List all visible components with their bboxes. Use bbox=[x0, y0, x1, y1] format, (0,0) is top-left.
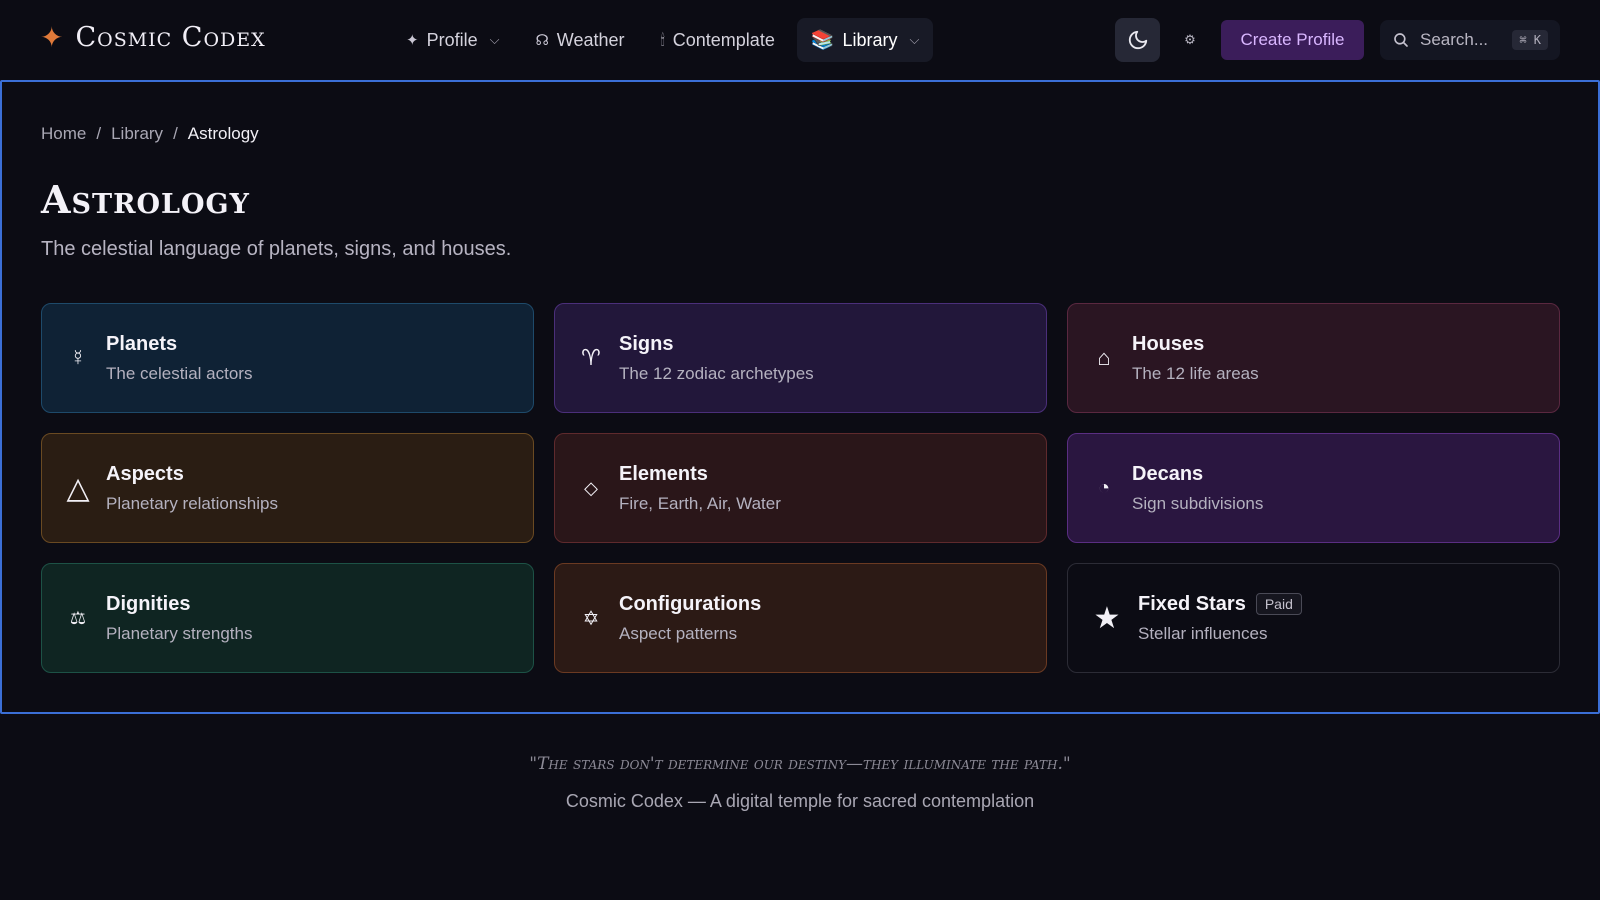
card-title: Fixed Stars Paid bbox=[1138, 593, 1302, 616]
page-title: Astrology bbox=[41, 177, 250, 222]
breadcrumb: Home / Library / Astrology bbox=[41, 124, 259, 144]
card-signs[interactable]: ♈ Signs The 12 zodiac archetypes bbox=[554, 303, 1047, 413]
nav-contemplate-label: Contemplate bbox=[672, 29, 775, 50]
nav-contemplate[interactable]: 🕯 Contemplate bbox=[647, 18, 789, 62]
card-title: Houses bbox=[1132, 332, 1205, 355]
card-description: Sign subdivisions bbox=[1132, 493, 1264, 513]
sparkle-icon: ✦ bbox=[406, 32, 419, 49]
breadcrumb-library[interactable]: Library bbox=[111, 124, 163, 144]
search-shortcut: ⌘ K bbox=[1512, 30, 1548, 50]
search-input[interactable]: Search... ⌘ K bbox=[1380, 20, 1560, 60]
card-title-text: Fixed Stars bbox=[1138, 592, 1246, 615]
hexagram-icon: ✡ bbox=[582, 607, 600, 630]
card-description: Planetary strengths bbox=[106, 623, 253, 643]
page-subtitle: The celestial language of planets, signs… bbox=[41, 238, 512, 260]
search-icon bbox=[1394, 33, 1408, 47]
category-grid: ☿ Planets The celestial actors ♈ Signs T… bbox=[41, 303, 1563, 673]
nav-profile[interactable]: ✦ Profile ⌵ bbox=[392, 18, 513, 62]
card-description: The 12 life areas bbox=[1132, 363, 1259, 383]
card-title: Signs bbox=[619, 332, 674, 355]
nav-library[interactable]: 📚 Library ⌵ bbox=[796, 18, 934, 62]
footer-quote: "The stars don't determine our destiny—t… bbox=[529, 754, 1071, 774]
card-description: Stellar influences bbox=[1138, 623, 1268, 643]
nav-weather[interactable]: ☊ Weather bbox=[521, 18, 638, 62]
settings-button[interactable]: ⚙ bbox=[1178, 28, 1202, 52]
triangle-icon: △ bbox=[66, 471, 90, 505]
main-content: Home / Library / Astrology Astrology The… bbox=[0, 80, 1600, 714]
chevron-down-icon: ⌵ bbox=[909, 32, 920, 47]
sparkle-icon: ✦ bbox=[40, 21, 64, 53]
scales-icon: ⚖ bbox=[69, 607, 87, 628]
card-fixed-stars[interactable]: ★ Fixed Stars Paid Stellar influences bbox=[1067, 563, 1560, 673]
omega-icon: ☊ bbox=[535, 32, 549, 49]
candle-icon: 🕯 bbox=[660, 31, 665, 49]
breadcrumb-separator: / bbox=[173, 124, 178, 143]
card-description: The 12 zodiac archetypes bbox=[619, 363, 814, 383]
breadcrumb-separator: / bbox=[96, 124, 102, 143]
gear-icon: ⚙ bbox=[1184, 32, 1196, 47]
theme-toggle-button[interactable] bbox=[1115, 18, 1160, 62]
card-dignities[interactable]: ⚖ Dignities Planetary strengths bbox=[41, 563, 534, 673]
card-title: Configurations bbox=[619, 592, 762, 615]
aries-icon: ♈ bbox=[581, 345, 601, 370]
nav-weather-label: Weather bbox=[556, 29, 625, 50]
top-navbar: ✦ Cosmic Codex ✦ Profile ⌵ ☊ Weather 🕯 C… bbox=[0, 0, 1600, 80]
nav-library-label: Library bbox=[842, 29, 898, 50]
star-icon: ★ bbox=[1093, 601, 1121, 635]
nav-profile-label: Profile bbox=[426, 29, 478, 50]
card-description: Fire, Earth, Air, Water bbox=[619, 493, 781, 513]
card-planets[interactable]: ☿ Planets The celestial actors bbox=[41, 303, 534, 413]
create-profile-button[interactable]: Create Profile bbox=[1221, 20, 1364, 60]
footer-tagline: Cosmic Codex — A digital temple for sacr… bbox=[565, 791, 1035, 811]
card-decans[interactable]: ◔ Decans Sign subdivisions bbox=[1067, 433, 1560, 543]
card-houses[interactable]: ⌂ Houses The 12 life areas bbox=[1067, 303, 1560, 413]
brand-logo[interactable]: ✦ Cosmic Codex bbox=[40, 22, 266, 53]
card-title: Planets bbox=[106, 332, 178, 355]
breadcrumb-home[interactable]: Home bbox=[41, 124, 86, 144]
card-aspects[interactable]: △ Aspects Planetary relationships bbox=[41, 433, 534, 543]
search-placeholder: Search... bbox=[1420, 30, 1489, 49]
card-title: Elements bbox=[619, 462, 708, 485]
card-description: Planetary relationships bbox=[106, 493, 278, 513]
books-icon: 📚 bbox=[810, 30, 835, 51]
brand-name: Cosmic Codex bbox=[75, 22, 266, 53]
moon-icon bbox=[1128, 30, 1147, 50]
card-description: Aspect patterns bbox=[619, 623, 738, 643]
breadcrumb-current: Astrology bbox=[187, 124, 259, 143]
mercury-icon: ☿ bbox=[69, 345, 87, 370]
house-icon: ⌂ bbox=[1097, 345, 1111, 370]
card-description: The celestial actors bbox=[106, 363, 253, 383]
diamond-icon: ◇ bbox=[584, 477, 598, 498]
card-title: Aspects bbox=[106, 462, 184, 485]
chevron-down-icon: ⌵ bbox=[489, 32, 500, 47]
paid-badge: Paid bbox=[1255, 593, 1302, 615]
card-title: Decans bbox=[1132, 462, 1204, 485]
pie-icon: ◔ bbox=[1097, 476, 1111, 499]
card-title: Dignities bbox=[106, 592, 191, 615]
card-configurations[interactable]: ✡ Configurations Aspect patterns bbox=[554, 563, 1047, 673]
card-elements[interactable]: ◇ Elements Fire, Earth, Air, Water bbox=[554, 433, 1047, 543]
main-nav: ✦ Profile ⌵ ☊ Weather 🕯 Contemplate 📚 Li… bbox=[392, 18, 934, 62]
